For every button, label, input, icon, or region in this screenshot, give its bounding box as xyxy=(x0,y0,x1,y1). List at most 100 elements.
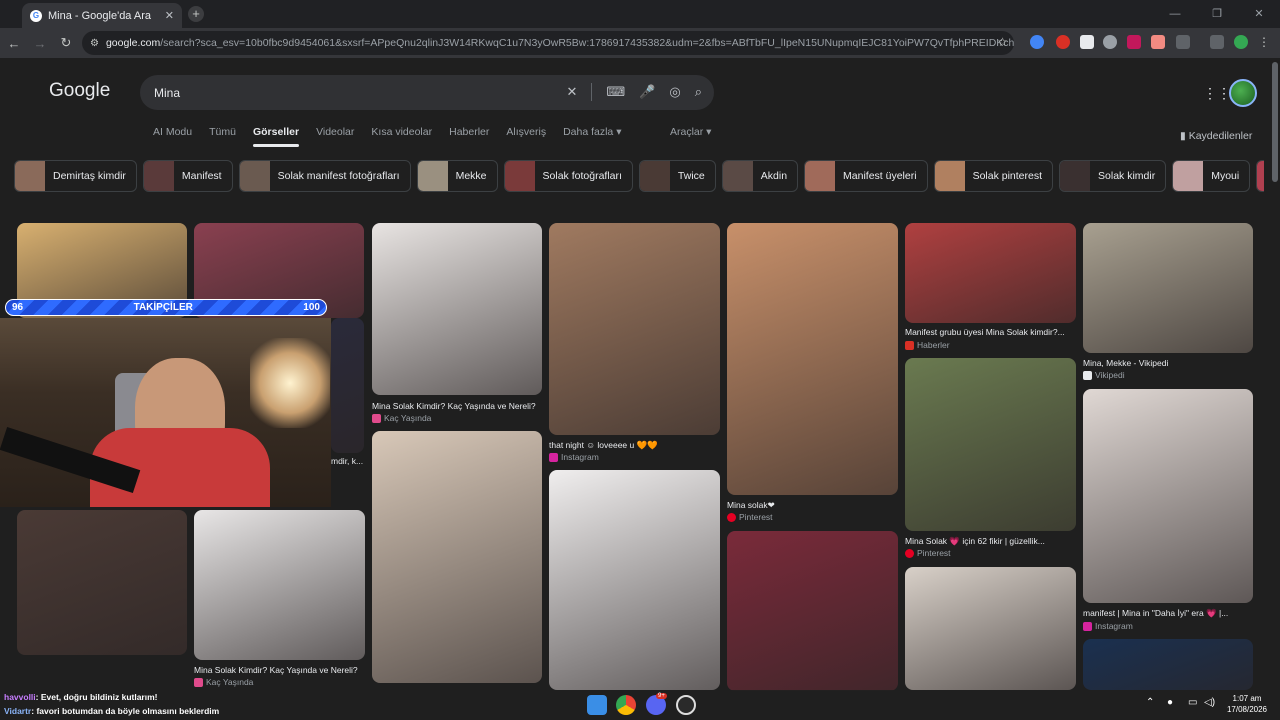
tray-chevron-icon[interactable]: ⌃ xyxy=(1146,697,1154,708)
result-image[interactable] xyxy=(372,431,542,683)
chip[interactable]: Myoui xyxy=(1172,160,1251,192)
chip-thumbnail xyxy=(143,161,174,191)
tools-button[interactable]: Araçlar ▾ xyxy=(670,126,711,138)
chip[interactable]: Solak kimdir xyxy=(1059,160,1167,192)
profile-icon[interactable] xyxy=(1234,35,1248,49)
chrome-icon[interactable] xyxy=(616,695,636,715)
page-scrollbar[interactable] xyxy=(1272,62,1278,182)
result-caption[interactable]: mdir, k... xyxy=(331,456,364,466)
site-info-icon[interactable]: ⚙ xyxy=(90,38,99,49)
chip[interactable]: Manifest xyxy=(142,160,233,192)
extension-icon[interactable] xyxy=(1080,35,1094,49)
result-image[interactable] xyxy=(1083,389,1253,603)
result-source[interactable]: Haberler xyxy=(905,340,950,350)
extension-icon[interactable] xyxy=(1056,35,1070,49)
bookmark-star-icon[interactable]: ☆ xyxy=(997,35,1008,49)
reload-icon[interactable]: ↻ xyxy=(54,35,78,51)
search-box[interactable]: Mina ✕ ⌨ 🎤 ◎ ⌕ xyxy=(140,75,714,110)
result-source[interactable]: Kaç Yaşında xyxy=(372,413,431,423)
forward-arrow-icon[interactable]: → xyxy=(28,36,52,51)
chip-thumbnail xyxy=(1173,161,1204,191)
windows-start-icon[interactable] xyxy=(587,695,607,715)
url-path: /search?sca_esv=10b0fbc9d9454061&sxsrf=A… xyxy=(160,37,1014,49)
tab-close-icon[interactable]: ✕ xyxy=(165,9,174,22)
result-source[interactable]: Instagram xyxy=(549,452,599,462)
result-image[interactable] xyxy=(549,223,720,435)
result-image[interactable] xyxy=(17,510,187,655)
chip[interactable]: Akdin xyxy=(721,160,799,192)
pinterest-icon xyxy=(727,512,736,522)
speaker-icon[interactable]: ◁) xyxy=(1204,697,1215,708)
result-image[interactable] xyxy=(727,531,898,691)
result-image[interactable] xyxy=(727,223,898,495)
result-image[interactable] xyxy=(372,223,542,395)
result-caption[interactable]: Mina Solak Kimdir? Kaç Yaşında ve Nereli… xyxy=(372,401,542,411)
clock[interactable]: 1:07 am 17/08/2026 xyxy=(1218,693,1276,715)
search-query[interactable]: Mina xyxy=(154,86,180,100)
chip[interactable]: Demirtaş kimdir xyxy=(14,160,137,192)
tab-short-videos[interactable]: Kısa videolar xyxy=(371,126,432,138)
keyboard-icon[interactable]: ⌨ xyxy=(606,84,625,101)
result-image[interactable] xyxy=(549,470,720,690)
extension-icon[interactable] xyxy=(1030,35,1044,49)
result-caption[interactable]: Mina Solak 💗 için 62 fikir | güzellik... xyxy=(905,536,1076,547)
follower-label: TAKİPÇİLER xyxy=(133,302,193,313)
result-source[interactable]: Pinterest xyxy=(727,512,773,522)
close-window-button[interactable]: ✕ xyxy=(1238,0,1280,28)
chip[interactable]: Twice xyxy=(638,160,716,192)
tab-videos[interactable]: Videolar xyxy=(316,126,354,138)
extension-icon[interactable] xyxy=(1151,35,1165,49)
result-image[interactable] xyxy=(1083,639,1253,690)
address-bar[interactable]: ⚙ google.com /search?sca_esv=10b0fbc9d94… xyxy=(82,31,1014,55)
restore-button[interactable]: ❐ xyxy=(1196,0,1238,28)
chip[interactable]: Manifest üyeleri xyxy=(804,160,928,192)
tab-all[interactable]: Tümü xyxy=(209,126,236,138)
tab-news[interactable]: Haberler xyxy=(449,126,489,138)
tab-more[interactable]: Daha fazla ▾ xyxy=(563,126,621,138)
result-image[interactable] xyxy=(905,223,1076,323)
result-caption[interactable]: that night ☺ loveeee u 🧡🧡 xyxy=(549,440,720,451)
google-logo[interactable]: Google xyxy=(49,80,110,102)
result-image[interactable] xyxy=(905,567,1076,690)
result-caption[interactable]: Manifest grubu üyesi Mina Solak kimdir?.… xyxy=(905,327,1076,337)
search-icon[interactable]: ⌕ xyxy=(695,84,702,101)
result-image[interactable] xyxy=(1083,223,1253,353)
chip[interactable]: Solak manifest fotoğrafları xyxy=(238,160,411,192)
tab-google-search[interactable]: G Mina - Google'da Ara ✕ xyxy=(22,3,182,28)
reading-list-icon[interactable] xyxy=(1210,35,1224,49)
new-tab-button[interactable]: + xyxy=(188,6,204,22)
chip[interactable]: Solak fotoğrafları xyxy=(503,160,633,192)
result-source[interactable]: Vikipedi xyxy=(1083,370,1125,380)
chip[interactable]: Mekke xyxy=(416,160,498,192)
microphone-icon[interactable]: 🎤 xyxy=(639,84,655,101)
back-arrow-icon[interactable]: ← xyxy=(2,36,26,51)
tab-ai-mode[interactable]: AI Modu xyxy=(153,126,192,138)
result-source[interactable]: Kaç Yaşında xyxy=(194,677,253,687)
minimize-button[interactable]: — xyxy=(1154,0,1196,28)
extensions-puzzle-icon[interactable] xyxy=(1176,35,1190,49)
extension-icon[interactable] xyxy=(1127,35,1141,49)
microphone-tray-icon[interactable]: ● xyxy=(1167,697,1173,708)
result-source-label: Vikipedi xyxy=(1095,370,1125,380)
tab-images[interactable]: Görseller xyxy=(252,126,300,147)
result-caption[interactable]: Mina Solak Kimdir? Kaç Yaşında ve Nereli… xyxy=(194,665,365,675)
saved-button[interactable]: ▮ Kaydedilenler xyxy=(1180,130,1252,142)
lens-camera-icon[interactable]: ◎ xyxy=(669,84,680,101)
extension-icon[interactable] xyxy=(1103,35,1117,49)
tab-shopping[interactable]: Alışveriş xyxy=(506,126,546,138)
result-image[interactable] xyxy=(331,318,364,453)
result-caption[interactable]: Mina, Mekke - Vikipedi xyxy=(1083,358,1253,368)
result-source[interactable]: Instagram xyxy=(1083,621,1133,631)
result-source[interactable]: Pinterest xyxy=(905,548,951,558)
account-avatar[interactable] xyxy=(1229,79,1257,107)
result-caption[interactable]: Mina solak❤ xyxy=(727,500,898,511)
clear-icon[interactable]: ✕ xyxy=(567,84,578,101)
result-image[interactable] xyxy=(194,510,365,660)
menu-dots-icon[interactable]: ⋮ xyxy=(1258,35,1272,49)
chip[interactable]: Solak pinterest xyxy=(933,160,1054,192)
obs-icon[interactable] xyxy=(676,695,696,715)
result-caption[interactable]: manifest | Mina in "Daha İyi" era 💗 |... xyxy=(1083,608,1253,619)
monitor-icon[interactable]: ▭ xyxy=(1188,697,1197,708)
chip[interactable] xyxy=(1256,160,1264,192)
result-image[interactable] xyxy=(905,358,1076,531)
